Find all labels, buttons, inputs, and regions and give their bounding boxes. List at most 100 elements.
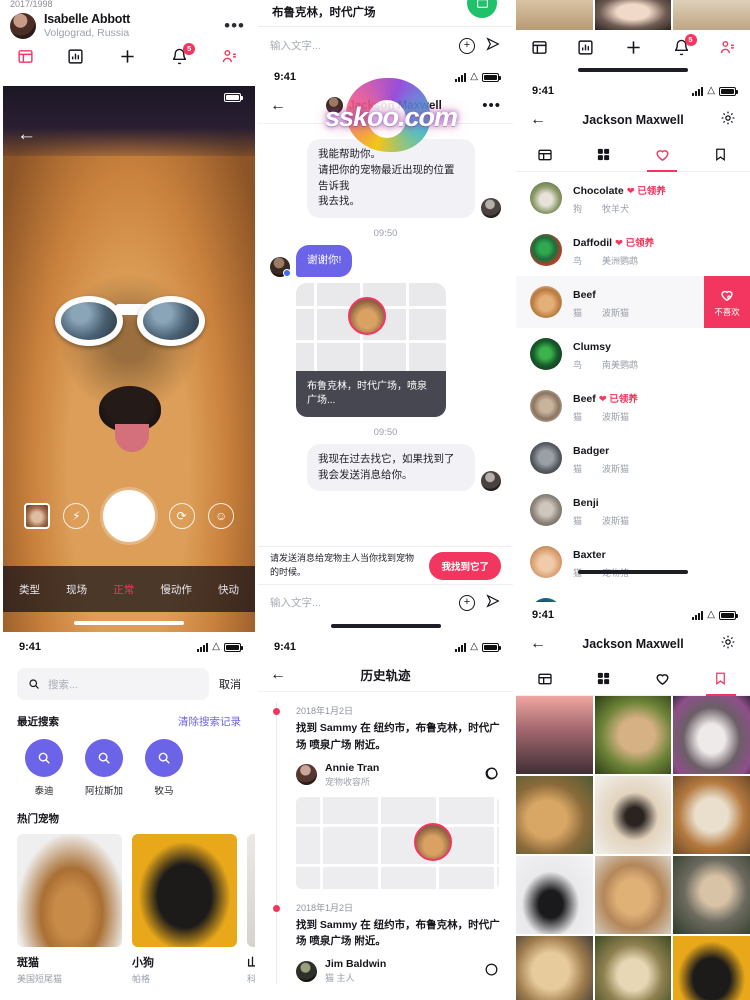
list-item[interactable]: Daffodil ❤ 已领养 鸟 美洲鹦鹉 [516,224,750,276]
grid-photo[interactable] [594,696,672,774]
chat-bubble-icon[interactable] [484,766,499,784]
attach-plus-icon[interactable]: + [459,37,475,54]
list-item[interactable]: Badger 猫 波斯猫 [516,432,750,484]
add-icon[interactable] [117,46,138,67]
grid-photo[interactable] [673,776,750,854]
more-icon[interactable]: ••• [224,17,245,34]
tab-feed[interactable] [516,138,575,171]
message-input[interactable]: 输入文字... [270,38,449,53]
camera-mode-3[interactable]: 慢动作 [160,582,192,597]
tab-bookmarks[interactable] [692,138,750,171]
chat-bubble-icon[interactable] [484,962,499,980]
grid-photo[interactable] [673,856,750,934]
pet-card[interactable]: 小狗 帕格 [132,834,237,985]
photo-thumb[interactable] [673,0,750,30]
pet-name: Chocolate [573,185,624,197]
back-icon[interactable]: ← [270,666,286,684]
recent-chip[interactable]: 泰迪 [25,739,63,797]
adopted-badge: ❤ 已领养 [615,238,655,249]
recent-chip[interactable]: 牧马 [145,739,183,797]
tab-bookmarks[interactable] [692,662,750,696]
settings-icon[interactable] [720,110,736,131]
filter-icon[interactable]: ☺ [208,503,235,529]
cancel-button[interactable]: 取消 [219,676,241,692]
pet-name: Baxter [573,549,606,561]
profile-icon[interactable] [719,39,736,56]
photo-thumb[interactable] [594,0,672,30]
photo-thumb[interactable] [516,0,593,30]
flip-camera-icon[interactable]: ⟳ [168,503,195,529]
status-bar: 9:41 △ [516,80,750,102]
camera-mode-1[interactable]: 现场 [66,582,87,597]
profile-icon[interactable] [221,48,238,65]
camera-mode-2[interactable]: 正常 [113,582,134,597]
pet-name: Benji [573,497,599,509]
found-it-button[interactable]: 我找到它了 [429,551,501,580]
grid-photo[interactable] [516,936,593,1000]
unlike-button[interactable]: 不喜欢 [704,276,750,328]
battery-icon [224,92,243,102]
adopted-badge: ❤ 已领养 [598,394,638,405]
pet-kind: 狗 [573,204,583,214]
pet-card[interactable]: 山鹿 科尔 [247,834,255,985]
stats-icon[interactable] [577,39,594,56]
pet-name: Clumsy [573,341,611,353]
notification-badge: 5 [183,42,196,55]
grid-photo[interactable] [516,696,593,774]
recent-chip-label: 牧马 [154,786,174,797]
attach-plus-icon[interactable]: + [459,594,475,611]
tab-grid[interactable] [575,138,634,171]
list-item[interactable]: Chocolate ❤ 已领养 狗 牧羊犬 [516,172,750,224]
list-item[interactable]: Baxter 猫宠物猪 [516,536,750,588]
tab-feed[interactable] [516,662,575,695]
back-icon[interactable]: ← [530,635,546,653]
list-item[interactable]: Clumsy 鸟 南美鹦鹉 [516,328,750,380]
bell-icon[interactable]: 5 [673,33,697,56]
search-field[interactable]: 搜索... [17,668,209,700]
add-icon[interactable] [623,37,644,58]
message-input[interactable]: 输入文字... [270,595,449,610]
grid-photo[interactable] [673,936,750,1000]
recent-chip[interactable]: 阿拉斯加 [85,739,123,797]
list-item[interactable]: Benji 猫 波斯猫 [516,484,750,536]
page-title: 历史轨迹 [360,669,411,683]
bottom-tabbar: 5 [0,39,255,73]
camera-back-button[interactable]: ← [17,124,36,146]
grid-photo[interactable] [594,936,672,1000]
camera-mode-0[interactable]: 类型 [19,582,40,597]
settings-icon[interactable] [720,634,736,655]
bell-icon[interactable]: 5 [171,42,196,65]
tab-likes[interactable] [633,662,692,695]
camera-mode-4[interactable]: 快动 [218,582,239,597]
list-item[interactable]: Beef ❤ 已领养 猫 波斯猫 [516,380,750,432]
stats-icon[interactable] [67,48,84,65]
grid-photo[interactable] [516,856,593,934]
feed-icon[interactable] [531,39,548,56]
tab-likes[interactable] [633,138,692,172]
history-user-role: 宠物收容所 [325,776,371,787]
flash-icon[interactable]: ⚡ [63,503,90,529]
history-map[interactable] [296,796,499,889]
location-card[interactable]: 布鲁克林，时代广场，喷泉广场... [296,282,446,417]
search-input[interactable]: 搜索... [48,677,78,692]
grid-photo[interactable] [594,776,672,854]
grid-photo[interactable] [673,696,750,774]
grid-photo[interactable] [516,776,593,854]
gallery-thumbnail-button[interactable] [23,503,50,529]
pet-card-breed: 帕格 [132,974,151,984]
pet-name: Badger [573,445,610,457]
history-panel: 9:41 △ ← 历史轨迹 2018年1月2日 找到 Sammy 在 纽约市，布… [258,636,513,1000]
send-icon[interactable] [485,593,501,613]
clear-history-link[interactable]: 清除搜索记录 [178,714,241,729]
pet-card[interactable]: 斑猫 美国短尾猫 [17,834,122,985]
list-item[interactable]: Abigail 鸟鹦鹉 [516,588,750,602]
shutter-button[interactable] [102,490,155,542]
back-icon[interactable]: ← [530,111,546,129]
tab-grid[interactable] [575,662,634,695]
list-item[interactable]: Beef 猫 波斯猫 不喜欢 [516,276,750,328]
chat-messages[interactable]: 09:50 我能帮助你。 请把你的宠物最近出现的位置告诉我 我去找。 09:50… [258,102,513,546]
signal-icon [455,72,467,82]
grid-photo[interactable] [594,856,672,934]
send-icon[interactable] [485,36,501,56]
feed-icon[interactable] [17,48,34,65]
